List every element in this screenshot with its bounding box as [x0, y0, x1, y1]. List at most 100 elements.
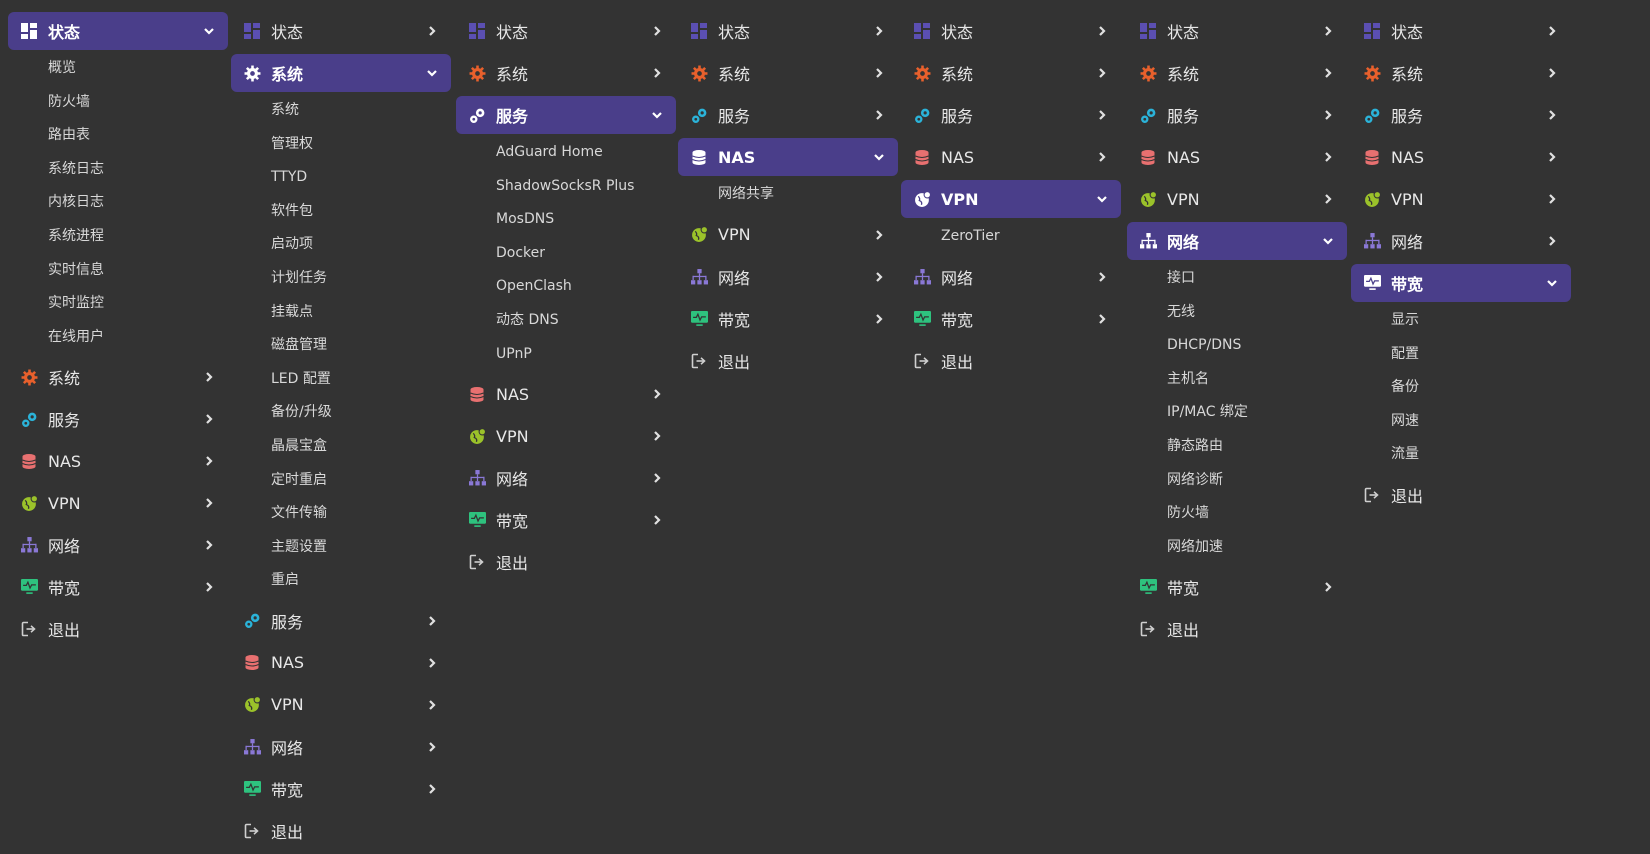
submenu-item[interactable]: 静态路由	[1127, 430, 1347, 464]
menu-item-services[interactable]: 服务	[1127, 96, 1347, 134]
menu-item-status[interactable]: 状态	[456, 12, 676, 50]
submenu-item[interactable]: 防火墙	[8, 86, 228, 120]
submenu-item[interactable]: 在线用户	[8, 321, 228, 355]
submenu-item[interactable]: ZeroTier	[901, 220, 1121, 254]
menu-item-logout[interactable]: 退出	[456, 543, 676, 581]
menu-item-system[interactable]: 系统	[901, 54, 1121, 92]
menu-item-bandwidth[interactable]: 带宽	[456, 501, 676, 539]
menu-item-services[interactable]: 服务	[901, 96, 1121, 134]
menu-item-logout[interactable]: 退出	[901, 342, 1121, 380]
submenu-item[interactable]: 晶晨宝盒	[231, 430, 451, 464]
menu-item-status[interactable]: 状态	[1127, 12, 1347, 50]
submenu-item[interactable]: 动态 DNS	[456, 304, 676, 338]
submenu-item[interactable]: AdGuard Home	[456, 136, 676, 170]
submenu-item[interactable]: 启动项	[231, 228, 451, 262]
menu-item-vpn[interactable]: VPN	[678, 216, 898, 254]
submenu-item[interactable]: 概览	[8, 52, 228, 86]
menu-item-nas[interactable]: NAS	[1127, 138, 1347, 176]
menu-item-services[interactable]: 服务	[456, 96, 676, 134]
menu-item-system[interactable]: 系统	[456, 54, 676, 92]
submenu-item[interactable]: 内核日志	[8, 186, 228, 220]
submenu-item[interactable]: 主题设置	[231, 531, 451, 565]
menu-item-services[interactable]: 服务	[678, 96, 898, 134]
menu-item-logout[interactable]: 退出	[678, 342, 898, 380]
submenu-item[interactable]: ShadowSocksR Plus	[456, 170, 676, 204]
submenu-item[interactable]: 网络诊断	[1127, 464, 1347, 498]
submenu-item[interactable]: 网络共享	[678, 178, 898, 212]
submenu-item[interactable]: 无线	[1127, 296, 1347, 330]
menu-item-bandwidth[interactable]: 带宽	[678, 300, 898, 338]
menu-item-system[interactable]: 系统	[1351, 54, 1571, 92]
menu-item-status[interactable]: 状态	[231, 12, 451, 50]
menu-item-vpn[interactable]: VPN	[8, 484, 228, 522]
submenu-item[interactable]: 定时重启	[231, 464, 451, 498]
submenu-item[interactable]: 配置	[1351, 338, 1571, 372]
submenu-item[interactable]: 备份	[1351, 371, 1571, 405]
submenu-item[interactable]: MosDNS	[456, 203, 676, 237]
submenu-item[interactable]: 接口	[1127, 262, 1347, 296]
submenu-item[interactable]: OpenClash	[456, 270, 676, 304]
menu-item-bandwidth[interactable]: 带宽	[901, 300, 1121, 338]
submenu-item[interactable]: LED 配置	[231, 363, 451, 397]
menu-item-logout[interactable]: 退出	[8, 610, 228, 648]
menu-item-nas[interactable]: NAS	[8, 442, 228, 480]
submenu-item[interactable]: 实时信息	[8, 254, 228, 288]
submenu-item[interactable]: 流量	[1351, 438, 1571, 472]
menu-item-status[interactable]: 状态	[901, 12, 1121, 50]
submenu-item[interactable]: 路由表	[8, 119, 228, 153]
menu-item-services[interactable]: 服务	[231, 602, 451, 640]
menu-item-system[interactable]: 系统	[1127, 54, 1347, 92]
menu-item-network[interactable]: 网络	[1127, 222, 1347, 260]
submenu-item[interactable]: 系统日志	[8, 153, 228, 187]
menu-item-nas[interactable]: NAS	[901, 138, 1121, 176]
submenu-item[interactable]: 重启	[231, 564, 451, 598]
submenu-item[interactable]: 防火墙	[1127, 497, 1347, 531]
submenu-item[interactable]: DHCP/DNS	[1127, 329, 1347, 363]
menu-item-network[interactable]: 网络	[678, 258, 898, 296]
menu-item-bandwidth[interactable]: 带宽	[231, 770, 451, 808]
menu-item-system[interactable]: 系统	[8, 358, 228, 396]
submenu-item[interactable]: 系统	[231, 94, 451, 128]
submenu-item[interactable]: 网速	[1351, 405, 1571, 439]
menu-item-bandwidth[interactable]: 带宽	[1351, 264, 1571, 302]
menu-item-nas[interactable]: NAS	[231, 644, 451, 682]
submenu-item[interactable]: 计划任务	[231, 262, 451, 296]
submenu-item[interactable]: 备份/升级	[231, 396, 451, 430]
menu-item-nas[interactable]: NAS	[678, 138, 898, 176]
submenu-item[interactable]: 网络加速	[1127, 531, 1347, 565]
submenu-item[interactable]: 文件传输	[231, 497, 451, 531]
submenu-item[interactable]: Docker	[456, 237, 676, 271]
menu-item-vpn[interactable]: VPN	[901, 180, 1121, 218]
menu-item-network[interactable]: 网络	[901, 258, 1121, 296]
submenu-item[interactable]: TTYD	[231, 161, 451, 195]
menu-item-network[interactable]: 网络	[231, 728, 451, 766]
menu-item-logout[interactable]: 退出	[1351, 476, 1571, 514]
submenu-item[interactable]: 挂载点	[231, 296, 451, 330]
submenu-item[interactable]: 显示	[1351, 304, 1571, 338]
submenu-item[interactable]: 软件包	[231, 195, 451, 229]
menu-item-nas[interactable]: NAS	[456, 375, 676, 413]
menu-item-services[interactable]: 服务	[1351, 96, 1571, 134]
menu-item-network[interactable]: 网络	[8, 526, 228, 564]
menu-item-vpn[interactable]: VPN	[231, 686, 451, 724]
menu-item-system[interactable]: 系统	[678, 54, 898, 92]
menu-item-vpn[interactable]: VPN	[1127, 180, 1347, 218]
menu-item-status[interactable]: 状态	[1351, 12, 1571, 50]
menu-item-logout[interactable]: 退出	[1127, 610, 1347, 648]
submenu-item[interactable]: 磁盘管理	[231, 329, 451, 363]
submenu-item[interactable]: 主机名	[1127, 363, 1347, 397]
menu-item-vpn[interactable]: VPN	[456, 417, 676, 455]
menu-item-vpn[interactable]: VPN	[1351, 180, 1571, 218]
submenu-item[interactable]: 管理权	[231, 128, 451, 162]
submenu-item[interactable]: UPnP	[456, 338, 676, 372]
submenu-item[interactable]: IP/MAC 绑定	[1127, 396, 1347, 430]
menu-item-logout[interactable]: 退出	[231, 812, 451, 850]
submenu-item[interactable]: 实时监控	[8, 287, 228, 321]
menu-item-network[interactable]: 网络	[1351, 222, 1571, 260]
menu-item-bandwidth[interactable]: 带宽	[8, 568, 228, 606]
menu-item-nas[interactable]: NAS	[1351, 138, 1571, 176]
menu-item-services[interactable]: 服务	[8, 400, 228, 438]
menu-item-system[interactable]: 系统	[231, 54, 451, 92]
submenu-item[interactable]: 系统进程	[8, 220, 228, 254]
menu-item-bandwidth[interactable]: 带宽	[1127, 568, 1347, 606]
